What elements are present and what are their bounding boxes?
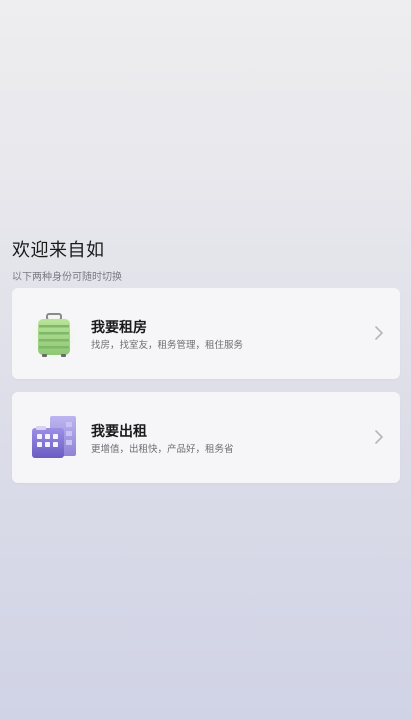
suitcase-icon: [29, 311, 79, 360]
lease-option-desc: 更增值，出租快，产品好，租务省: [91, 444, 234, 455]
welcome-section: 欢迎来自如 以下两种身份可随时切换: [12, 236, 122, 283]
welcome-title: 欢迎来自如: [12, 240, 105, 261]
chevron-right-icon: [375, 430, 383, 444]
rent-option-card[interactable]: 我要租房 找房，找室友，租务管理，租住服务: [12, 288, 400, 379]
building-icon: [32, 416, 76, 458]
rent-option-title: 我要租房: [91, 320, 147, 336]
welcome-subtitle: 以下两种身份可随时切换: [12, 272, 122, 283]
lease-option-title: 我要出租: [91, 424, 147, 440]
chevron-right-icon: [375, 326, 383, 340]
lease-option-card[interactable]: 我要出租 更增值，出租快，产品好，租务省: [12, 392, 400, 483]
rent-option-desc: 找房，找室友，租务管理，租住服务: [91, 340, 244, 351]
